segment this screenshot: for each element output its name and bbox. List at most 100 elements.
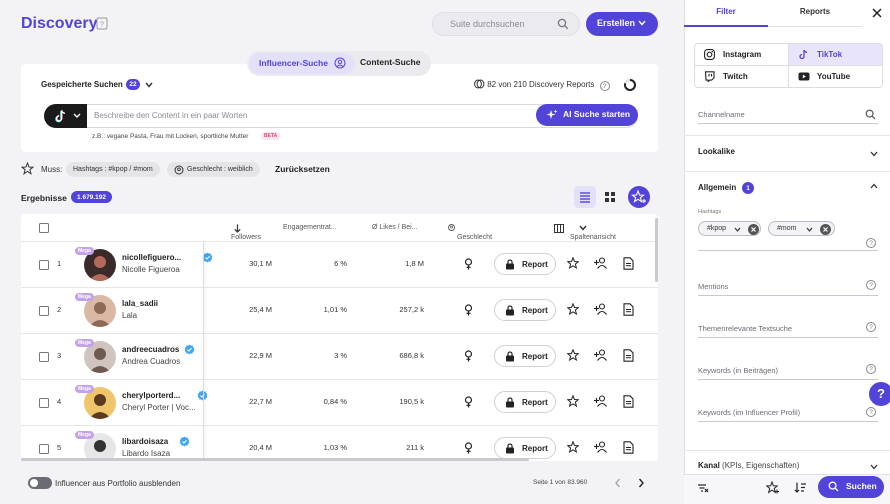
clear-filter-icon[interactable] [697,482,709,494]
previous-page-button[interactable] [614,478,622,488]
favorite-star-icon[interactable] [567,395,579,407]
sort-icon[interactable] [794,481,807,494]
row-username[interactable]: nicollefiguero... [122,253,181,262]
hashtag-chip-mom[interactable]: #mom [768,221,835,236]
report-button[interactable]: Report [494,345,556,367]
hashtag-chip-kpop[interactable]: #kpop [698,221,761,236]
save-search-star-icon[interactable] [766,481,779,494]
col-likes[interactable]: Ø Likes / Bei... [372,224,418,231]
report-button[interactable]: Report [494,299,556,321]
row-checkbox[interactable] [39,398,49,408]
channelname-input[interactable]: Channelname [698,109,878,124]
platform-select[interactable] [44,104,87,128]
document-icon[interactable]: ? [96,17,108,30]
document-icon[interactable] [623,303,634,316]
chevron-up-icon[interactable] [870,183,878,189]
table-row[interactable]: 5 Mega libardoisaza Libardo Isaza 20,4 M… [21,426,658,461]
row-username[interactable]: andreecuadros [122,345,179,354]
row-checkbox[interactable] [39,352,49,362]
suite-search-input[interactable]: Suite durchsuchen [432,12,580,36]
add-favorites-button[interactable] [628,186,650,208]
document-icon[interactable] [623,395,634,408]
table-row[interactable]: 2 Mega lala_sadii Lala 25,4 M 1,01 % 257… [21,288,658,334]
favorite-star-icon[interactable] [567,257,579,269]
chevron-down-icon[interactable] [870,464,878,470]
add-to-list-icon[interactable] [594,257,608,269]
platform-instagram[interactable]: Instagram [694,43,789,66]
row-username[interactable]: cherylporterd... [122,391,180,400]
filter-chip-hashtags[interactable]: Hashtags : #kpop / #mom [66,162,160,177]
platform-twitch[interactable]: Twitch [694,65,789,88]
favorite-star-icon[interactable] [567,349,579,361]
chevron-down-icon[interactable] [806,227,813,232]
add-to-list-icon[interactable] [594,441,608,453]
table-row[interactable]: 4 Mega cherylporterd... Cheryl Porter | … [21,380,658,426]
lookalike-section[interactable]: Lookalike [698,147,735,156]
close-icon[interactable] [871,7,883,19]
add-to-list-icon[interactable] [594,349,608,361]
row-checkbox[interactable] [39,260,49,270]
tab-content-search[interactable]: Content-Suche [360,57,420,67]
chevron-down-icon[interactable] [145,82,153,88]
reset-button[interactable]: Zurücksetzen [275,164,330,174]
column-view-toggle[interactable]: Spaltenansicht [554,224,616,241]
keywords-posts-input[interactable]: Keywords (in Beiträgen) [698,366,878,380]
next-page-button[interactable] [637,478,645,488]
add-to-list-icon[interactable] [594,395,608,407]
create-button[interactable]: Erstellen [586,12,658,36]
row-likes: 1,8 M [405,259,424,268]
tab-filter[interactable]: Filter [684,0,768,27]
row-engagement: 1,03 % [323,443,347,452]
document-icon[interactable] [623,349,634,362]
row-username[interactable]: lala_sadii [122,299,158,308]
kanal-section[interactable]: Kanal (KPIs, Eigenschaften) [698,461,799,470]
keywords-profile-input[interactable]: Keywords (im Influencer Profil) [698,408,878,422]
help-icon[interactable]: ? [866,280,876,290]
table-row[interactable]: 3 Mega andreecuadros Andrea Cuadros 22,9… [21,334,658,380]
help-icon[interactable]: ? [866,238,876,248]
hide-portfolio-toggle[interactable] [28,477,52,489]
help-button[interactable]: ? [869,382,890,406]
favorite-star-icon[interactable] [567,441,579,453]
chevron-down-icon[interactable] [870,151,878,157]
col-engagement[interactable]: Engagementrat... [283,224,337,231]
row-checkbox[interactable] [39,306,49,316]
search-icon [828,481,839,492]
favorite-star-icon[interactable] [567,303,579,315]
topic-text-search-input[interactable]: Themenrelevante Textsuche [698,324,878,338]
filter-chip-gender[interactable]: Geschlecht : weiblich [167,162,260,177]
row-checkbox[interactable] [39,444,49,454]
remove-chip-icon[interactable] [820,224,831,235]
ai-search-button[interactable]: AI Suche starten [536,104,638,126]
saved-searches-label[interactable]: Gespeicherte Suchen [41,80,123,89]
mentions-input[interactable]: Mentions [698,282,878,296]
remove-chip-icon[interactable] [748,224,759,235]
report-button[interactable]: Report [494,437,556,459]
tab-influencer-search[interactable]: Influencer-Suche [249,53,355,74]
tab-reports[interactable]: Reports [768,0,862,27]
chevron-down-icon[interactable] [734,227,741,232]
report-button[interactable]: Report [494,391,556,413]
select-all-checkbox[interactable] [39,223,49,233]
add-to-list-icon[interactable] [594,303,608,315]
search-button[interactable]: Suchen [818,476,884,498]
table-row[interactable]: 1 Mega nicollefiguero... Nicolle Figuero… [21,242,658,288]
star-filter-icon[interactable] [21,162,34,175]
list-view-button[interactable] [574,186,596,208]
grid-view-button[interactable] [599,186,621,208]
report-button[interactable]: Report [494,253,556,275]
horizontal-scrollbar[interactable] [21,458,529,461]
document-icon[interactable] [623,257,634,270]
col-followers[interactable]: Followers [231,224,261,241]
col-gender[interactable]: Geschlecht [448,224,492,241]
help-icon[interactable]: ? [599,81,610,91]
allgemein-section[interactable]: Allgemein [698,183,736,192]
help-icon[interactable]: ? [866,407,876,417]
platform-tiktok[interactable]: TikTok [788,43,883,66]
platform-youtube[interactable]: YouTube [788,65,883,88]
vertical-scrollbar[interactable] [655,218,658,282]
row-username[interactable]: libardoisaza [122,437,168,446]
help-icon[interactable]: ? [866,322,876,332]
help-icon[interactable]: ? [866,364,876,374]
document-icon[interactable] [623,441,634,454]
